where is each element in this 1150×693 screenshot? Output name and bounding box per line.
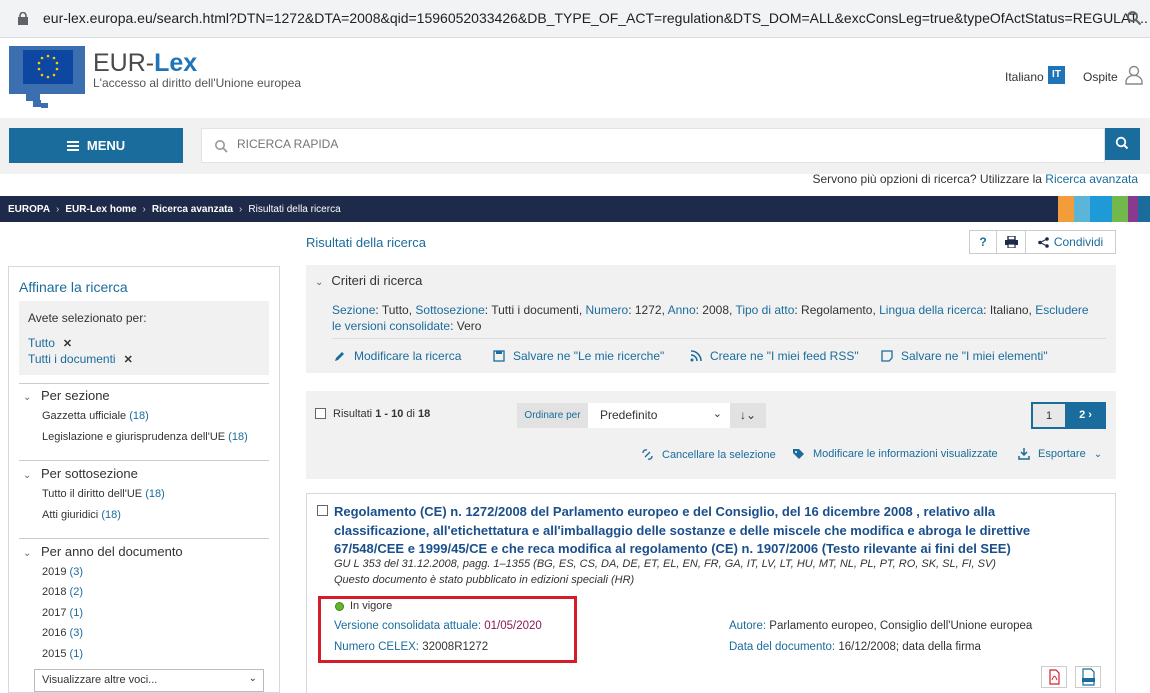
- facet-section-header[interactable]: ⌄ Per sezione: [23, 388, 110, 403]
- facet-item[interactable]: 2015 (1): [42, 648, 83, 660]
- search-criteria-panel: ⌄ Criteri di ricerca Sezione: Tutto, Sott…: [306, 265, 1116, 373]
- result-tools: ? Condividi: [969, 230, 1116, 254]
- save-icon: [493, 350, 505, 362]
- selected-filters: Avete selezionato per: Tutto ✕ Tutti i do…: [19, 301, 269, 375]
- tag-icon: [793, 449, 804, 459]
- search-icon: [215, 140, 228, 153]
- html-icon[interactable]: [1075, 666, 1101, 688]
- special-edition-note: Questo documento è stato pubblicato in e…: [334, 574, 635, 586]
- oj-reference: GU L 353 del 31.12.2008, pagg. 1–1355 (B…: [334, 558, 996, 570]
- pdf-icon[interactable]: [1041, 666, 1067, 688]
- chevron-down-icon: ⌄: [712, 408, 722, 420]
- highlight-annotation: [318, 596, 577, 663]
- hamburger-icon: [66, 140, 79, 151]
- results-count: Risultati 1 - 10 di 18: [333, 408, 431, 420]
- remove-filter-icon[interactable]: ✕: [63, 338, 72, 350]
- facet-item[interactable]: Atti giuridici (18): [42, 509, 121, 521]
- note-icon: [881, 350, 893, 362]
- criteria-text: Sezione: Tutto, Sottosezione: Tutti i do…: [332, 303, 1089, 333]
- search-submit-button[interactable]: [1105, 128, 1140, 160]
- language-code-icon[interactable]: IT: [1048, 66, 1065, 84]
- advanced-search-hint: Servono più opzioni di ricerca? Utilizza…: [812, 172, 1138, 186]
- author-field: Autore: Parlamento europeo, Consiglio de…: [729, 620, 1033, 632]
- zoom-icon[interactable]: [1126, 10, 1142, 26]
- unlink-icon: [642, 449, 653, 460]
- breadcrumb-europa[interactable]: EUROPA: [8, 204, 50, 215]
- user-icon[interactable]: [1125, 65, 1143, 85]
- clear-selection-link[interactable]: Cancellare la selezione: [641, 448, 776, 461]
- sort-label: Ordinare per: [517, 403, 588, 428]
- menu-button[interactable]: MENU: [9, 128, 183, 163]
- advanced-search-link[interactable]: Ricerca avanzata: [1045, 172, 1138, 186]
- facet-item[interactable]: 2018 (2): [42, 586, 83, 598]
- more-entries-select[interactable]: Visualizzare altre voci... ⌄: [34, 669, 264, 692]
- create-rss-link[interactable]: Creare ne "I miei feed RSS": [690, 349, 859, 363]
- chevron-down-icon: ⌄: [23, 392, 32, 403]
- eurlex-logo[interactable]: [9, 46, 85, 94]
- menu-label: MENU: [86, 138, 126, 153]
- facet-item[interactable]: 2017 (1): [42, 607, 83, 619]
- facet-item[interactable]: 2016 (3): [42, 627, 83, 639]
- result-item: Regolamento (CE) n. 1272/2008 del Parlam…: [306, 493, 1116, 693]
- breadcrumb-current: Risultati della ricerca: [248, 204, 341, 215]
- url-text: eur-lex.europa.eu/search.html?DTN=1272&D…: [43, 10, 1148, 26]
- pagination: 1 2 ›: [1031, 402, 1106, 429]
- breadcrumb: EUROPA › EUR-Lex home › Ricerca avanzata › …: [0, 196, 1150, 222]
- results-heading[interactable]: Risultati della ricerca: [306, 235, 426, 250]
- share-button[interactable]: Condividi: [1026, 231, 1115, 253]
- criteria-header[interactable]: ⌄ Criteri di ricerca: [315, 273, 422, 288]
- facet-item[interactable]: Legislazione e giurisprudenza dell'UE (1…: [42, 431, 248, 443]
- refine-search-title: Affinare la ricerca: [19, 279, 128, 295]
- facet-item[interactable]: Tutto il diritto dell'UE (18): [42, 488, 165, 500]
- page-1-button[interactable]: 1: [1032, 403, 1066, 428]
- print-icon[interactable]: [997, 231, 1026, 253]
- user-name[interactable]: Ospite: [1083, 70, 1118, 84]
- facet-year-header[interactable]: ⌄ Per anno del documento: [23, 544, 183, 559]
- facet-item[interactable]: 2019 (3): [42, 566, 83, 578]
- document-date: Data del documento: 16/12/2008; data del…: [729, 641, 981, 653]
- selected-filter-chip[interactable]: Tutto ✕: [28, 336, 72, 350]
- breadcrumb-home[interactable]: EUR-Lex home: [65, 204, 136, 215]
- search-icon: [1115, 136, 1129, 150]
- result-title-link[interactable]: Regolamento (CE) n. 1272/2008 del Parlam…: [334, 503, 1094, 559]
- chevron-down-icon: ⌄: [248, 673, 257, 684]
- pencil-icon: [335, 352, 344, 361]
- eu-flag-icon: [23, 50, 73, 84]
- facet-item[interactable]: Gazzetta ufficiale (18): [42, 410, 149, 422]
- share-icon: [1038, 236, 1049, 248]
- sort-select[interactable]: Predefinito ⌄: [588, 403, 730, 428]
- download-icon: [1018, 448, 1030, 460]
- chevron-down-icon: ⌄: [23, 470, 32, 481]
- sort-direction-button[interactable]: ↓⌄: [730, 403, 766, 428]
- facet-subsection-header[interactable]: ⌄ Per sottosezione: [23, 466, 138, 481]
- results-controls: Risultati 1 - 10 di 18 Ordinare per Pred…: [306, 391, 1116, 479]
- tagline: L'accesso al diritto dell'Unione europea: [93, 76, 302, 90]
- result-checkbox[interactable]: [317, 505, 328, 516]
- page-2-button[interactable]: 2 ›: [1066, 403, 1105, 428]
- selected-filter-chip[interactable]: Tutti i documenti ✕: [28, 352, 133, 366]
- refine-search-panel: Affinare la ricerca Avete selezionato pe…: [8, 266, 280, 693]
- chevron-down-icon: ⌄: [315, 277, 324, 288]
- chevron-down-icon: ⌄: [23, 548, 32, 559]
- breadcrumb-advanced[interactable]: Ricerca avanzata: [152, 204, 233, 215]
- chevron-down-icon: ⌄: [1093, 448, 1103, 460]
- save-search-link[interactable]: Salvare ne "Le mie ricerche": [493, 349, 664, 363]
- search-input[interactable]: [237, 137, 837, 151]
- select-all-checkbox[interactable]: [315, 408, 326, 419]
- brand-name: EUR-Lex: [93, 49, 198, 77]
- help-icon[interactable]: ?: [970, 231, 997, 253]
- quick-search-field[interactable]: [201, 128, 1105, 163]
- export-link[interactable]: Esportare ⌄: [1018, 448, 1102, 460]
- language-selector[interactable]: Italiano: [1005, 70, 1044, 84]
- browser-address-bar[interactable]: eur-lex.europa.eu/search.html?DTN=1272&D…: [0, 0, 1150, 38]
- lock-icon: [18, 12, 28, 25]
- rss-icon: [690, 350, 702, 362]
- remove-filter-icon[interactable]: ✕: [124, 354, 133, 366]
- modify-display-link[interactable]: Modificare le informazioni visualizzate: [792, 448, 998, 460]
- modify-search-link[interactable]: Modificare la ricerca: [334, 349, 461, 363]
- save-items-link[interactable]: Salvare ne "I miei elementi": [881, 349, 1048, 363]
